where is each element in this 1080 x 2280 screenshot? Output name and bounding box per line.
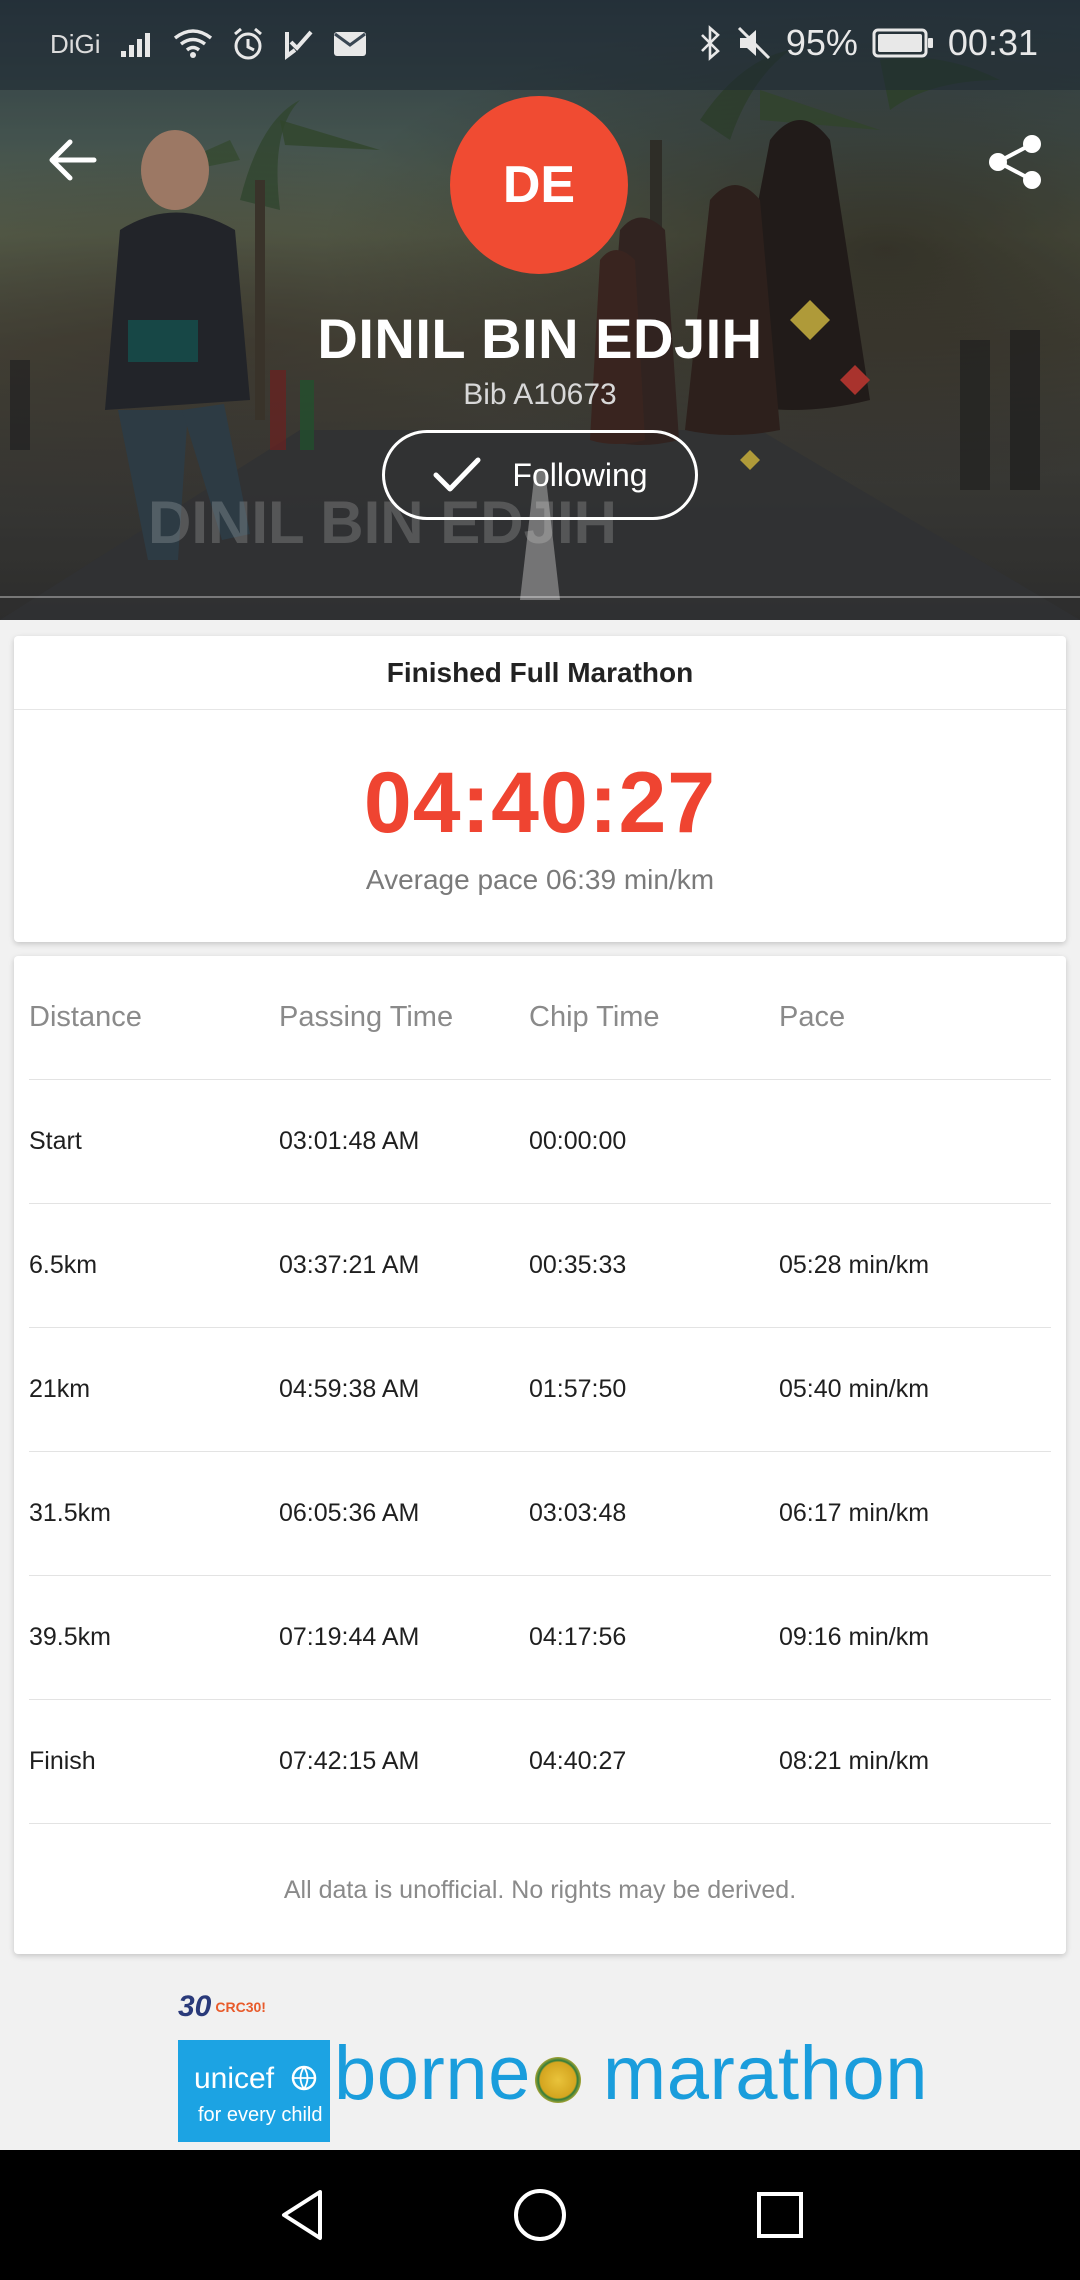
table-row: 31.5km 06:05:36 AM 03:03:48 06:17 min/km xyxy=(29,1452,1051,1576)
chip-time-cell: 00:00:00 xyxy=(529,1127,627,1155)
table-row: 21km 04:59:38 AM 01:57:50 05:40 min/km xyxy=(29,1328,1051,1452)
runner-name: DINIL BIN EDJIH xyxy=(317,307,763,370)
seal-icon xyxy=(534,2056,581,2103)
home-circle-icon[interactable] xyxy=(505,2180,575,2250)
splits-table: Distance Passing Time Chip Time Pace Sta… xyxy=(29,956,1051,1824)
passing-time-cell: 07:19:44 AM xyxy=(279,1623,420,1651)
back-arrow-icon[interactable] xyxy=(44,132,100,188)
pace-cell: 09:16 min/km xyxy=(779,1623,930,1651)
splits-card: Distance Passing Time Chip Time Pace Sta… xyxy=(14,956,1066,1954)
distance-cell: Finish xyxy=(29,1747,96,1775)
pace-cell: 05:40 min/km xyxy=(779,1375,930,1403)
table-row: 6.5km 03:37:21 AM 00:35:33 05:28 min/km xyxy=(29,1204,1051,1328)
event-word-2: marathon xyxy=(602,2031,928,2116)
pace-cell: 05:28 min/km xyxy=(779,1251,930,1279)
pace-cell: 06:17 min/km xyxy=(779,1499,930,1527)
crc-number: 30 xyxy=(178,1990,212,2023)
navigation-bar xyxy=(0,2150,1080,2280)
divider xyxy=(0,596,1080,598)
unicef-word: unicef xyxy=(194,2062,275,2095)
status-bar: DiGi 95% 00:31 xyxy=(0,0,1080,90)
distance-cell: 39.5km xyxy=(29,1623,111,1651)
following-button[interactable]: Following xyxy=(382,430,698,520)
wifi-icon xyxy=(173,29,212,58)
summary-title: Finished Full Marathon xyxy=(14,636,1066,710)
signal-icon xyxy=(120,33,150,57)
average-pace: Average pace 06:39 min/km xyxy=(365,864,715,895)
chip-time-cell: 01:57:50 xyxy=(529,1375,627,1403)
chip-time-cell: 03:03:48 xyxy=(529,1499,627,1527)
check-icon xyxy=(433,457,481,492)
share-icon[interactable] xyxy=(986,132,1046,192)
alarm-icon xyxy=(233,27,262,60)
distance-cell: Start xyxy=(29,1127,82,1155)
header-passing-time: Passing Time xyxy=(279,1001,454,1033)
passing-time-cell: 07:42:15 AM xyxy=(279,1747,420,1775)
passing-time-cell: 03:37:21 AM xyxy=(279,1251,420,1279)
battery-percent: 95% xyxy=(785,22,858,63)
clock: 00:31 xyxy=(947,22,1038,63)
header-pace: Pace xyxy=(779,1001,846,1033)
distance-cell: 21km xyxy=(29,1375,91,1403)
recents-square-icon[interactable] xyxy=(745,2180,815,2250)
unicef-logo: unicef for every child xyxy=(178,2040,330,2142)
passing-time-cell: 03:01:48 AM xyxy=(279,1127,420,1155)
bib-number: Bib A10673 xyxy=(463,378,617,411)
distance-cell: 31.5km xyxy=(29,1499,111,1527)
table-row: Start 03:01:48 AM 00:00:00 xyxy=(29,1080,1051,1204)
crc30-logo: 30 CRC30! xyxy=(178,1990,266,2024)
avatar: DE xyxy=(450,96,628,274)
chip-time-cell: 04:40:27 xyxy=(529,1747,627,1775)
hero-banner: DiGi 95% 00:31 DE DINIL BIN EDJIH Bib A1… xyxy=(0,0,1080,620)
sponsor-logos: 30 CRC30! unicef for every child borne ma… xyxy=(0,1968,1080,2150)
crc-label: CRC30! xyxy=(215,1999,266,2015)
table-row: 39.5km 07:19:44 AM 04:17:56 09:16 min/km xyxy=(29,1576,1051,1700)
chip-time-cell: 04:17:56 xyxy=(529,1623,627,1651)
finish-time: 04:40:27 xyxy=(363,755,717,851)
battery-icon xyxy=(872,28,933,58)
table-header: Distance Passing Time Chip Time Pace xyxy=(29,956,1051,1080)
mute-icon xyxy=(737,26,770,60)
header-distance: Distance xyxy=(29,1001,142,1033)
mail-icon xyxy=(333,32,366,56)
bluetooth-icon xyxy=(700,25,720,61)
chip-time-cell: 00:35:33 xyxy=(529,1251,627,1279)
table-row: Finish 07:42:15 AM 04:40:27 08:21 min/km xyxy=(29,1700,1051,1824)
disclaimer: All data is unofficial. No rights may be… xyxy=(283,1876,797,1904)
passing-time-cell: 06:05:36 AM xyxy=(279,1499,420,1527)
carrier-label: DiGi xyxy=(50,28,101,59)
passing-time-cell: 04:59:38 AM xyxy=(279,1375,420,1403)
pace-cell: 08:21 min/km xyxy=(779,1747,930,1775)
borneo-marathon-logo: borne marathon xyxy=(334,2030,928,2117)
header-chip-time: Chip Time xyxy=(529,1001,660,1033)
following-label: Following xyxy=(512,456,648,493)
distance-cell: 6.5km xyxy=(29,1251,98,1279)
globe-icon xyxy=(291,2065,317,2091)
task-check-icon xyxy=(284,30,313,60)
back-triangle-icon[interactable] xyxy=(268,2180,338,2250)
finish-summary-card: Finished Full Marathon 04:40:27 Average … xyxy=(14,636,1066,942)
event-word-1: borne xyxy=(334,2031,531,2116)
unicef-tagline: for every child xyxy=(198,2104,323,2126)
